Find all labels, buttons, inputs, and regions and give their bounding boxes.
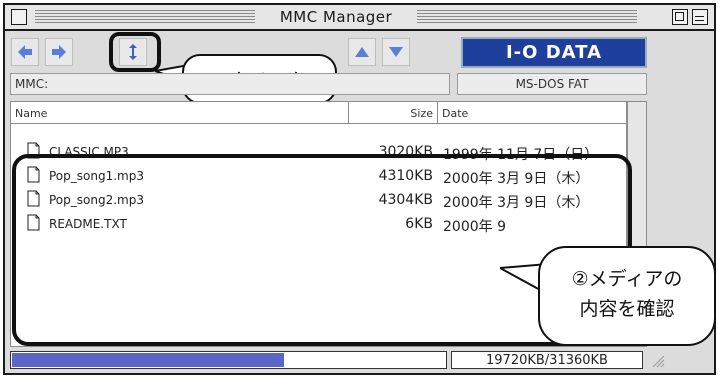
close-box[interactable] <box>11 9 27 25</box>
resize-grip-icon[interactable] <box>647 349 667 371</box>
list-header: Name Size Date <box>11 102 626 124</box>
column-header-size[interactable]: Size <box>351 107 433 120</box>
arrow-right-icon <box>52 45 66 59</box>
confirm-callout-line1: ②メディアの <box>571 268 683 290</box>
path-field: MMC: <box>10 73 450 95</box>
title-stripes-left <box>35 10 255 24</box>
collapse-box[interactable] <box>692 9 708 25</box>
up-button[interactable] <box>348 38 376 66</box>
confirm-callout-line2: 内容を確認 <box>579 298 675 320</box>
forward-button[interactable] <box>45 38 73 66</box>
column-divider <box>437 102 438 124</box>
column-header-name[interactable]: Name <box>15 107 47 120</box>
capacity-progress-fill <box>12 353 284 367</box>
zoom-box[interactable] <box>672 9 688 25</box>
capacity-text: 19720KB/31360KB <box>451 351 643 369</box>
title-bar[interactable]: MMC Manager <box>5 5 714 31</box>
capacity-progress-bar <box>10 351 447 369</box>
triangle-down-icon <box>389 47 403 57</box>
triangle-up-icon <box>355 47 369 57</box>
refresh-highlight-ring <box>109 32 161 72</box>
column-header-date[interactable]: Date <box>442 107 468 120</box>
title-stripes-right <box>417 10 637 24</box>
back-button[interactable] <box>11 38 39 66</box>
window-title: MMC Manager <box>279 8 393 26</box>
arrow-left-icon <box>18 45 32 59</box>
io-data-logo: I-O DATA <box>461 37 647 68</box>
filesystem-field: MS-DOS FAT <box>457 73 647 95</box>
down-button[interactable] <box>382 38 410 66</box>
column-divider <box>348 102 349 124</box>
confirm-callout: ②メディアの 内容を確認 <box>538 246 716 346</box>
